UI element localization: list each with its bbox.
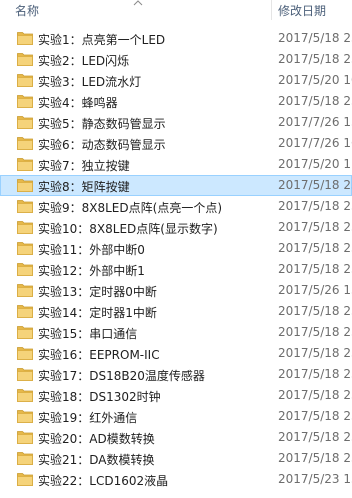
folder-row[interactable]: 实验12：外部中断1 2017/5/18 23: [0, 259, 352, 280]
folder-row[interactable]: 实验22：LCD1602液晶 2017/5/23 15: [0, 469, 352, 490]
folder-icon: [17, 136, 33, 150]
column-header-name[interactable]: 名称: [15, 2, 39, 19]
folder-date-modified: 2017/5/18 23: [278, 409, 352, 423]
folder-icon: [17, 430, 33, 444]
folder-name: 实验13：定时器0中断: [38, 285, 157, 299]
folder-name: 实验16：EEPROM-IIC: [38, 348, 160, 362]
folder-icon: [17, 157, 33, 171]
folder-row[interactable]: 实验21：DA数模转换 2017/5/18 23: [0, 448, 352, 469]
folder-name: 实验8：矩阵按键: [38, 180, 130, 194]
folder-date-modified: 2017/5/18 23: [278, 325, 352, 339]
folder-date-modified: 2017/5/18 23: [278, 367, 352, 381]
folder-name: 实验20：AD模数转换: [38, 432, 155, 446]
folder-row[interactable]: 实验4：蜂鸣器 2017/5/18 23: [0, 91, 352, 112]
folder-icon: [17, 73, 33, 87]
folder-icon: [17, 346, 33, 360]
folder-date-modified: 2017/7/26 16: [278, 136, 352, 150]
folder-row[interactable]: 实验17：DS18B20温度传感器 2017/5/18 23: [0, 364, 352, 385]
folder-date-modified: 2017/5/18 23: [278, 346, 352, 360]
folder-name: 实验14：定时器1中断: [38, 306, 157, 320]
folder-row[interactable]: 实验15：串口通信 2017/5/18 23: [0, 322, 352, 343]
folder-name: 实验4：蜂鸣器: [38, 96, 118, 110]
folder-date-modified: 2017/5/18 23: [278, 31, 352, 45]
folder-name: 实验19：红外通信: [38, 411, 138, 425]
folder-icon: [17, 367, 33, 381]
folder-date-modified: 2017/5/18 23: [278, 241, 352, 255]
folder-row[interactable]: 实验6：动态数码管显示 2017/7/26 16: [0, 133, 352, 154]
folder-icon: [17, 52, 33, 66]
folder-date-modified: 2017/5/18 23: [278, 388, 352, 402]
sort-ascending-icon[interactable]: [133, 0, 143, 6]
folder-row[interactable]: 实验16：EEPROM-IIC 2017/5/18 23: [0, 343, 352, 364]
folder-row[interactable]: 实验13：定时器0中断 2017/5/26 13: [0, 280, 352, 301]
folder-row[interactable]: 实验20：AD模数转换 2017/5/18 23: [0, 427, 352, 448]
folder-icon: [17, 451, 33, 465]
folder-icon: [17, 31, 33, 45]
folder-row[interactable]: 实验5：静态数码管显示 2017/7/26 15: [0, 112, 352, 133]
folder-row[interactable]: 实验7：独立按键 2017/5/20 11: [0, 154, 352, 175]
folder-name: 实验12：外部中断1: [38, 264, 145, 278]
file-list: 实验1：点亮第一个LED 2017/5/18 23 实验2：LED闪烁 2017/5/…: [0, 28, 352, 490]
column-header-date-modified[interactable]: 修改日期: [278, 2, 326, 19]
folder-date-modified: 2017/5/18 23: [278, 262, 352, 276]
folder-icon: [17, 283, 33, 297]
folder-name: 实验21：DA数模转换: [38, 453, 155, 467]
folder-row[interactable]: 实验3：LED流水灯 2017/5/20 10: [0, 70, 352, 91]
folder-name: 实验9：8X8LED点阵(点亮一个点): [38, 201, 222, 215]
folder-row[interactable]: 实验14：定时器1中断 2017/5/18 23: [0, 301, 352, 322]
folder-date-modified: 2017/5/18 23: [278, 94, 352, 108]
folder-date-modified: 2017/5/18 23: [278, 220, 352, 234]
folder-date-modified: 2017/5/18 23: [278, 178, 352, 192]
folder-icon: [17, 409, 33, 423]
folder-row[interactable]: 实验1：点亮第一个LED 2017/5/18 23: [0, 28, 352, 49]
column-divider[interactable]: [271, 0, 272, 20]
folder-name: 实验18：DS1302时钟: [38, 390, 161, 404]
folder-date-modified: 2017/5/18 23: [278, 304, 352, 318]
folder-name: 实验2：LED闪烁: [38, 54, 130, 68]
folder-icon: [17, 388, 33, 402]
folder-icon: [17, 262, 33, 276]
folder-name: 实验5：静态数码管显示: [38, 117, 166, 131]
folder-icon: [17, 220, 33, 234]
folder-name: 实验6：动态数码管显示: [38, 138, 166, 152]
folder-date-modified: 2017/5/20 11: [278, 157, 352, 171]
folder-date-modified: 2017/5/18 23: [278, 52, 352, 66]
folder-row[interactable]: 实验9：8X8LED点阵(点亮一个点) 2017/5/18 23: [0, 196, 352, 217]
folder-date-modified: 2017/7/26 15: [278, 115, 352, 129]
folder-date-modified: 2017/5/20 10: [278, 73, 352, 87]
folder-name: 实验11：外部中断0: [38, 243, 145, 257]
folder-name: 实验15：串口通信: [38, 327, 138, 341]
folder-date-modified: 2017/5/23 15: [278, 472, 352, 486]
folder-icon: [17, 94, 33, 108]
folder-icon: [17, 304, 33, 318]
folder-icon: [17, 325, 33, 339]
folder-icon: [17, 199, 33, 213]
folder-row[interactable]: 实验11：外部中断0 2017/5/18 23: [0, 238, 352, 259]
folder-row[interactable]: 实验10：8X8LED点阵(显示数字) 2017/5/18 23: [0, 217, 352, 238]
folder-icon: [17, 472, 33, 486]
folder-name: 实验17：DS18B20温度传感器: [38, 369, 205, 383]
folder-row[interactable]: 实验2：LED闪烁 2017/5/18 23: [0, 49, 352, 70]
folder-name: 实验22：LCD1602液晶: [38, 474, 169, 488]
folder-icon: [17, 241, 33, 255]
folder-name: 实验3：LED流水灯: [38, 75, 142, 89]
column-header: 名称 修改日期: [0, 0, 352, 22]
folder-icon: [17, 115, 33, 129]
folder-name: 实验7：独立按键: [38, 159, 130, 173]
folder-row[interactable]: 实验18：DS1302时钟 2017/5/18 23: [0, 385, 352, 406]
folder-icon: [17, 178, 33, 192]
folder-name: 实验10：8X8LED点阵(显示数字): [38, 222, 218, 236]
folder-row[interactable]: 实验8：矩阵按键 2017/5/18 23: [0, 175, 352, 196]
folder-date-modified: 2017/5/18 23: [278, 199, 352, 213]
folder-date-modified: 2017/5/18 23: [278, 430, 352, 444]
folder-date-modified: 2017/5/18 23: [278, 451, 352, 465]
folder-date-modified: 2017/5/26 13: [278, 283, 352, 297]
folder-row[interactable]: 实验19：红外通信 2017/5/18 23: [0, 406, 352, 427]
folder-name: 实验1：点亮第一个LED: [38, 33, 166, 47]
